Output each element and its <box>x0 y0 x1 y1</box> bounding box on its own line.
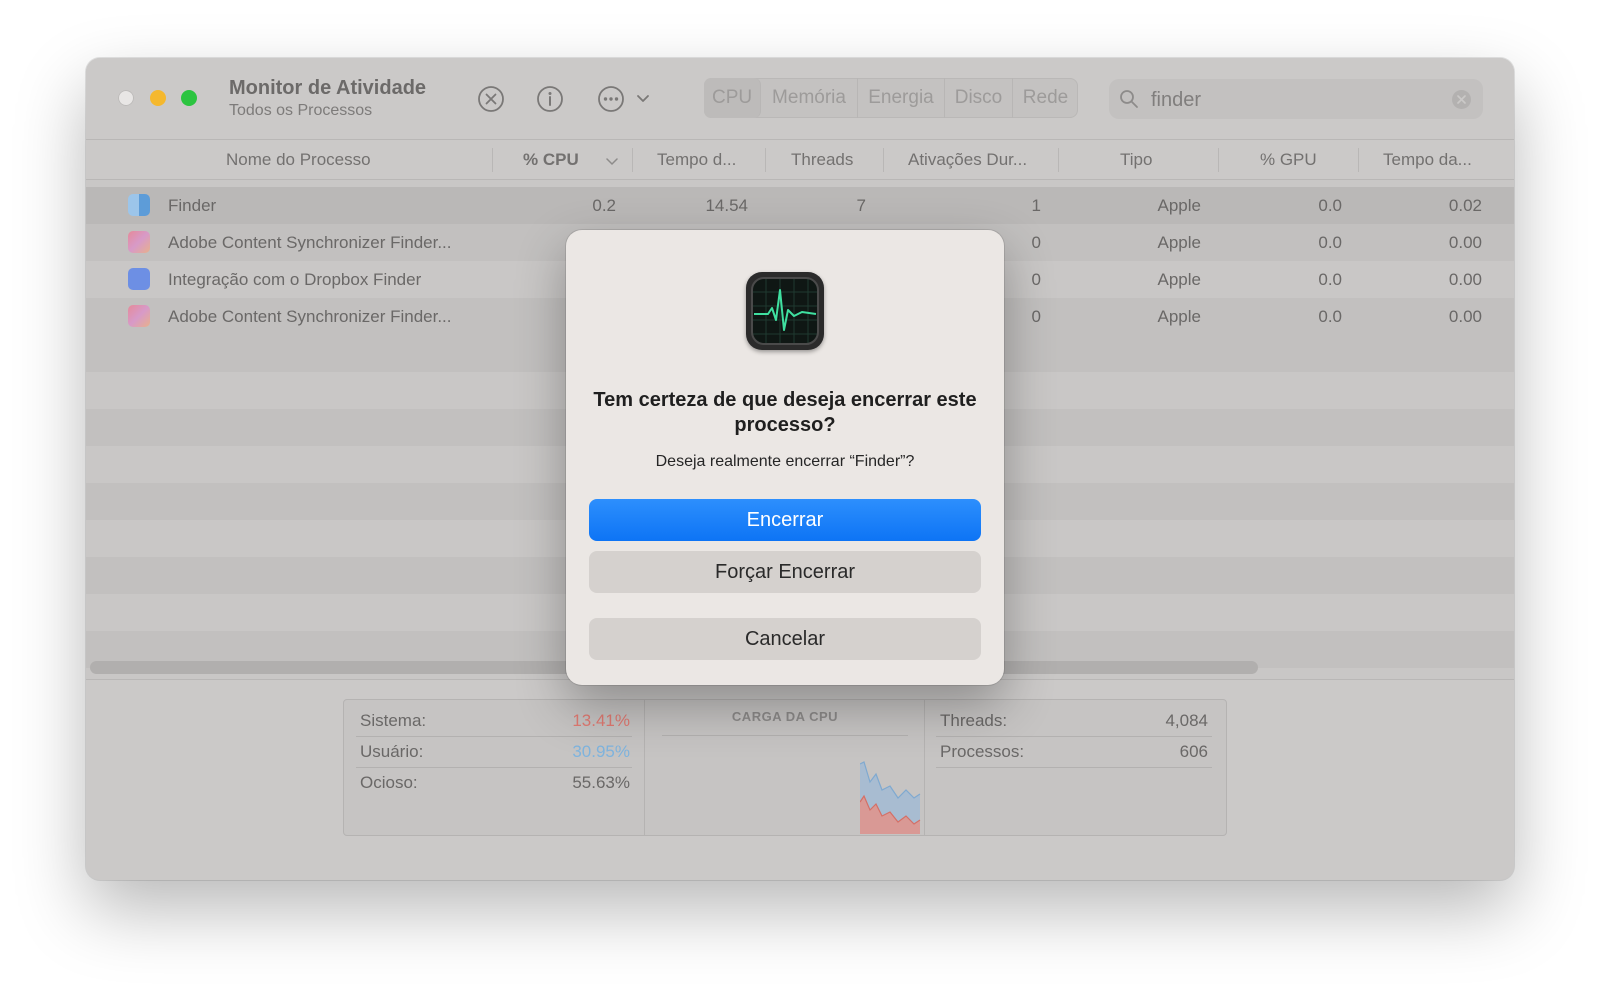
stat-idle: Ocioso: 55.63% <box>360 768 630 798</box>
cpu-load-graph <box>860 761 921 834</box>
view-tabs: CPU Memória Energia Disco Rede <box>704 78 1078 118</box>
clear-icon[interactable] <box>1452 90 1471 109</box>
column-gpu-time[interactable]: Tempo da... <box>1383 140 1472 180</box>
tab-energy[interactable]: Energia <box>858 78 945 118</box>
adobe-cc-icon <box>128 231 150 253</box>
force-quit-button[interactable]: Forçar Encerrar <box>589 551 981 593</box>
info-icon[interactable] <box>535 84 565 114</box>
cpu-time-value: 14.54 <box>705 196 748 215</box>
toolbar: Monitor de Atividade Todos os Processos … <box>86 58 1514 140</box>
adobe-cc-icon <box>128 305 150 327</box>
wakeups-value: 1 <box>1031 196 1041 215</box>
cancel-button[interactable]: Cancelar <box>589 618 981 660</box>
column-process-name[interactable]: Nome do Processo <box>226 140 371 180</box>
stat-label: Sistema: <box>360 711 427 730</box>
bottom-panel: Sistema: 13.41% Usuário: 30.95% Ocioso: … <box>86 679 1514 880</box>
stat-value: 55.63% <box>572 773 630 792</box>
stat-value: 606 <box>1179 742 1208 761</box>
stat-label: Processos: <box>940 742 1025 761</box>
zoom-window-button[interactable] <box>181 90 197 106</box>
gpu-time-value: 0.00 <box>1448 270 1482 289</box>
threads-value: 7 <box>856 196 866 215</box>
kind-value: Apple <box>1157 307 1201 326</box>
search-field[interactable]: finder <box>1109 79 1483 119</box>
gpu-value: 0.0 <box>1318 307 1342 326</box>
stat-user: Usuário: 30.95% <box>360 737 630 767</box>
more-options-icon[interactable] <box>596 84 626 114</box>
gpu-time-value: 0.00 <box>1448 233 1482 252</box>
stat-processes: Processos: 606 <box>940 737 1208 767</box>
cpu-load-title: CARGA DA CPU <box>731 709 839 724</box>
column-threads[interactable]: Threads <box>791 140 853 180</box>
table-header: Nome do Processo % CPU Tempo d... Thread… <box>86 140 1514 180</box>
quit-button[interactable]: Encerrar <box>589 499 981 541</box>
dialog-message: Deseja realmente encerrar “Finder”? <box>655 453 915 470</box>
dropbox-icon <box>128 268 150 290</box>
stat-value: 13.41% <box>572 711 630 730</box>
kind-value: Apple <box>1157 233 1201 252</box>
gpu-value: 0.0 <box>1318 233 1342 252</box>
chevron-down-icon[interactable] <box>629 84 657 114</box>
process-name: Adobe Content Synchronizer Finder... <box>168 233 452 252</box>
stat-threads: Threads: 4,084 <box>940 706 1208 736</box>
search-icon <box>1119 89 1139 114</box>
finder-icon <box>128 194 150 216</box>
tab-disk[interactable]: Disco <box>945 78 1013 118</box>
stop-process-icon[interactable] <box>476 84 506 114</box>
gpu-time-value: 0.00 <box>1448 307 1482 326</box>
stats-box: Sistema: 13.41% Usuário: 30.95% Ocioso: … <box>343 699 1227 836</box>
window-title: Monitor de Atividade <box>229 77 427 99</box>
table-row[interactable]: Finder 0.2 14.54 7 1 Apple 0.0 0.02 <box>86 187 1514 224</box>
stat-label: Usuário: <box>360 742 424 761</box>
tab-network[interactable]: Rede <box>1013 78 1078 118</box>
stat-value: 4,084 <box>1165 711 1208 730</box>
sort-chevron-icon <box>606 155 618 167</box>
minimize-window-button[interactable] <box>150 90 166 106</box>
tab-memory[interactable]: Memória <box>761 78 858 118</box>
kind-value: Apple <box>1157 196 1201 215</box>
gpu-value: 0.0 <box>1318 270 1342 289</box>
quit-process-dialog: Tem certeza de que deseja encerrar este … <box>566 230 1004 685</box>
column-cpu-time[interactable]: Tempo d... <box>657 140 736 180</box>
process-name: Finder <box>168 196 217 215</box>
cpu-value: 0.2 <box>592 196 616 215</box>
stat-label: Threads: <box>940 711 1008 730</box>
column-idle-wakeups[interactable]: Ativações Dur... <box>908 140 1027 180</box>
stat-label: Ocioso: <box>360 773 418 792</box>
activity-monitor-icon <box>746 272 824 350</box>
search-input[interactable]: finder <box>1151 89 1201 112</box>
stat-value: 30.95% <box>572 742 630 761</box>
process-name: Integração com o Dropbox Finder <box>168 270 422 289</box>
window-subtitle: Todos os Processos <box>229 102 373 119</box>
stat-system: Sistema: 13.41% <box>360 706 630 736</box>
gpu-time-value: 0.02 <box>1448 196 1482 215</box>
dialog-title: Tem certeza de que deseja encerrar este … <box>593 389 977 436</box>
column-kind[interactable]: Tipo <box>1120 140 1152 180</box>
column-gpu[interactable]: % GPU <box>1260 140 1317 180</box>
column-cpu[interactable]: % CPU <box>523 140 579 180</box>
tab-cpu[interactable]: CPU <box>704 78 761 118</box>
kind-value: Apple <box>1157 270 1201 289</box>
gpu-value: 0.0 <box>1318 196 1342 215</box>
close-window-button[interactable] <box>118 90 134 106</box>
process-name: Adobe Content Synchronizer Finder... <box>168 307 452 326</box>
